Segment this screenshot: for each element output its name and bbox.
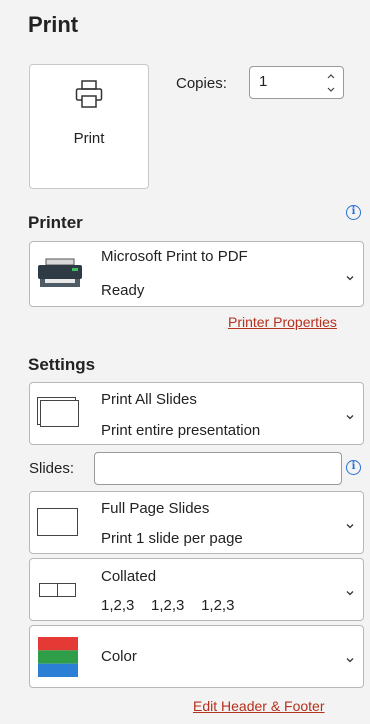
color-swatch-icon [36,635,80,684]
page-title: Print [28,12,79,37]
layout-title: Full Page Slides [101,500,210,517]
chevron-down-icon [345,518,355,529]
print-range-dropdown[interactable]: Print All Slides Print entire presentati… [29,382,364,445]
copies-label: Copies: [176,75,227,92]
chevron-down-icon [345,409,355,420]
color-dropdown[interactable]: Color [29,625,364,688]
copies-stepper[interactable] [249,66,344,99]
printer-section-label: Printer [28,213,83,232]
chevron-down-icon [345,652,355,663]
full-page-slide-icon [36,507,80,544]
slides-field[interactable] [94,452,342,485]
collation-title: Collated [101,568,157,585]
slides-input[interactable] [95,453,341,484]
slides-label: Slides: [29,460,75,477]
printer-name: Microsoft Print to PDF [101,248,248,265]
chevron-down-icon [345,585,355,596]
settings-section-label: Settings [28,355,96,374]
collation-dropdown[interactable]: Collated 1,2,3 1,2,3 1,2,3 [29,558,364,621]
slides-stack-icon [36,396,80,433]
color-label: Color [101,648,137,665]
printer-icon [74,79,104,114]
layout-subtitle: Print 1 slide per page [101,530,243,547]
printer-status: Ready [101,282,145,299]
collation-order: 1,2,3 1,2,3 1,2,3 [101,597,235,614]
layout-dropdown[interactable]: Full Page Slides Print 1 slide per page [29,491,364,554]
info-icon[interactable]: i [346,205,361,220]
print-pane: Print Print Copies: Printer i [0,0,370,724]
printer-device-icon [36,258,86,295]
printer-dropdown[interactable]: Microsoft Print to PDF Ready [29,241,364,307]
collated-pages-icon [36,581,80,604]
copies-input[interactable] [259,73,319,90]
print-button-label: Print [73,130,105,147]
printer-properties-link[interactable]: Printer Properties [228,314,337,330]
chevron-down-icon [345,270,355,281]
spinner-arrows-icon[interactable] [326,70,336,96]
info-icon[interactable]: i [346,460,361,475]
edit-header-footer-link[interactable]: Edit Header & Footer [193,698,325,714]
print-range-subtitle: Print entire presentation [101,422,261,439]
print-button[interactable]: Print [29,64,149,189]
print-range-title: Print All Slides [101,391,197,408]
